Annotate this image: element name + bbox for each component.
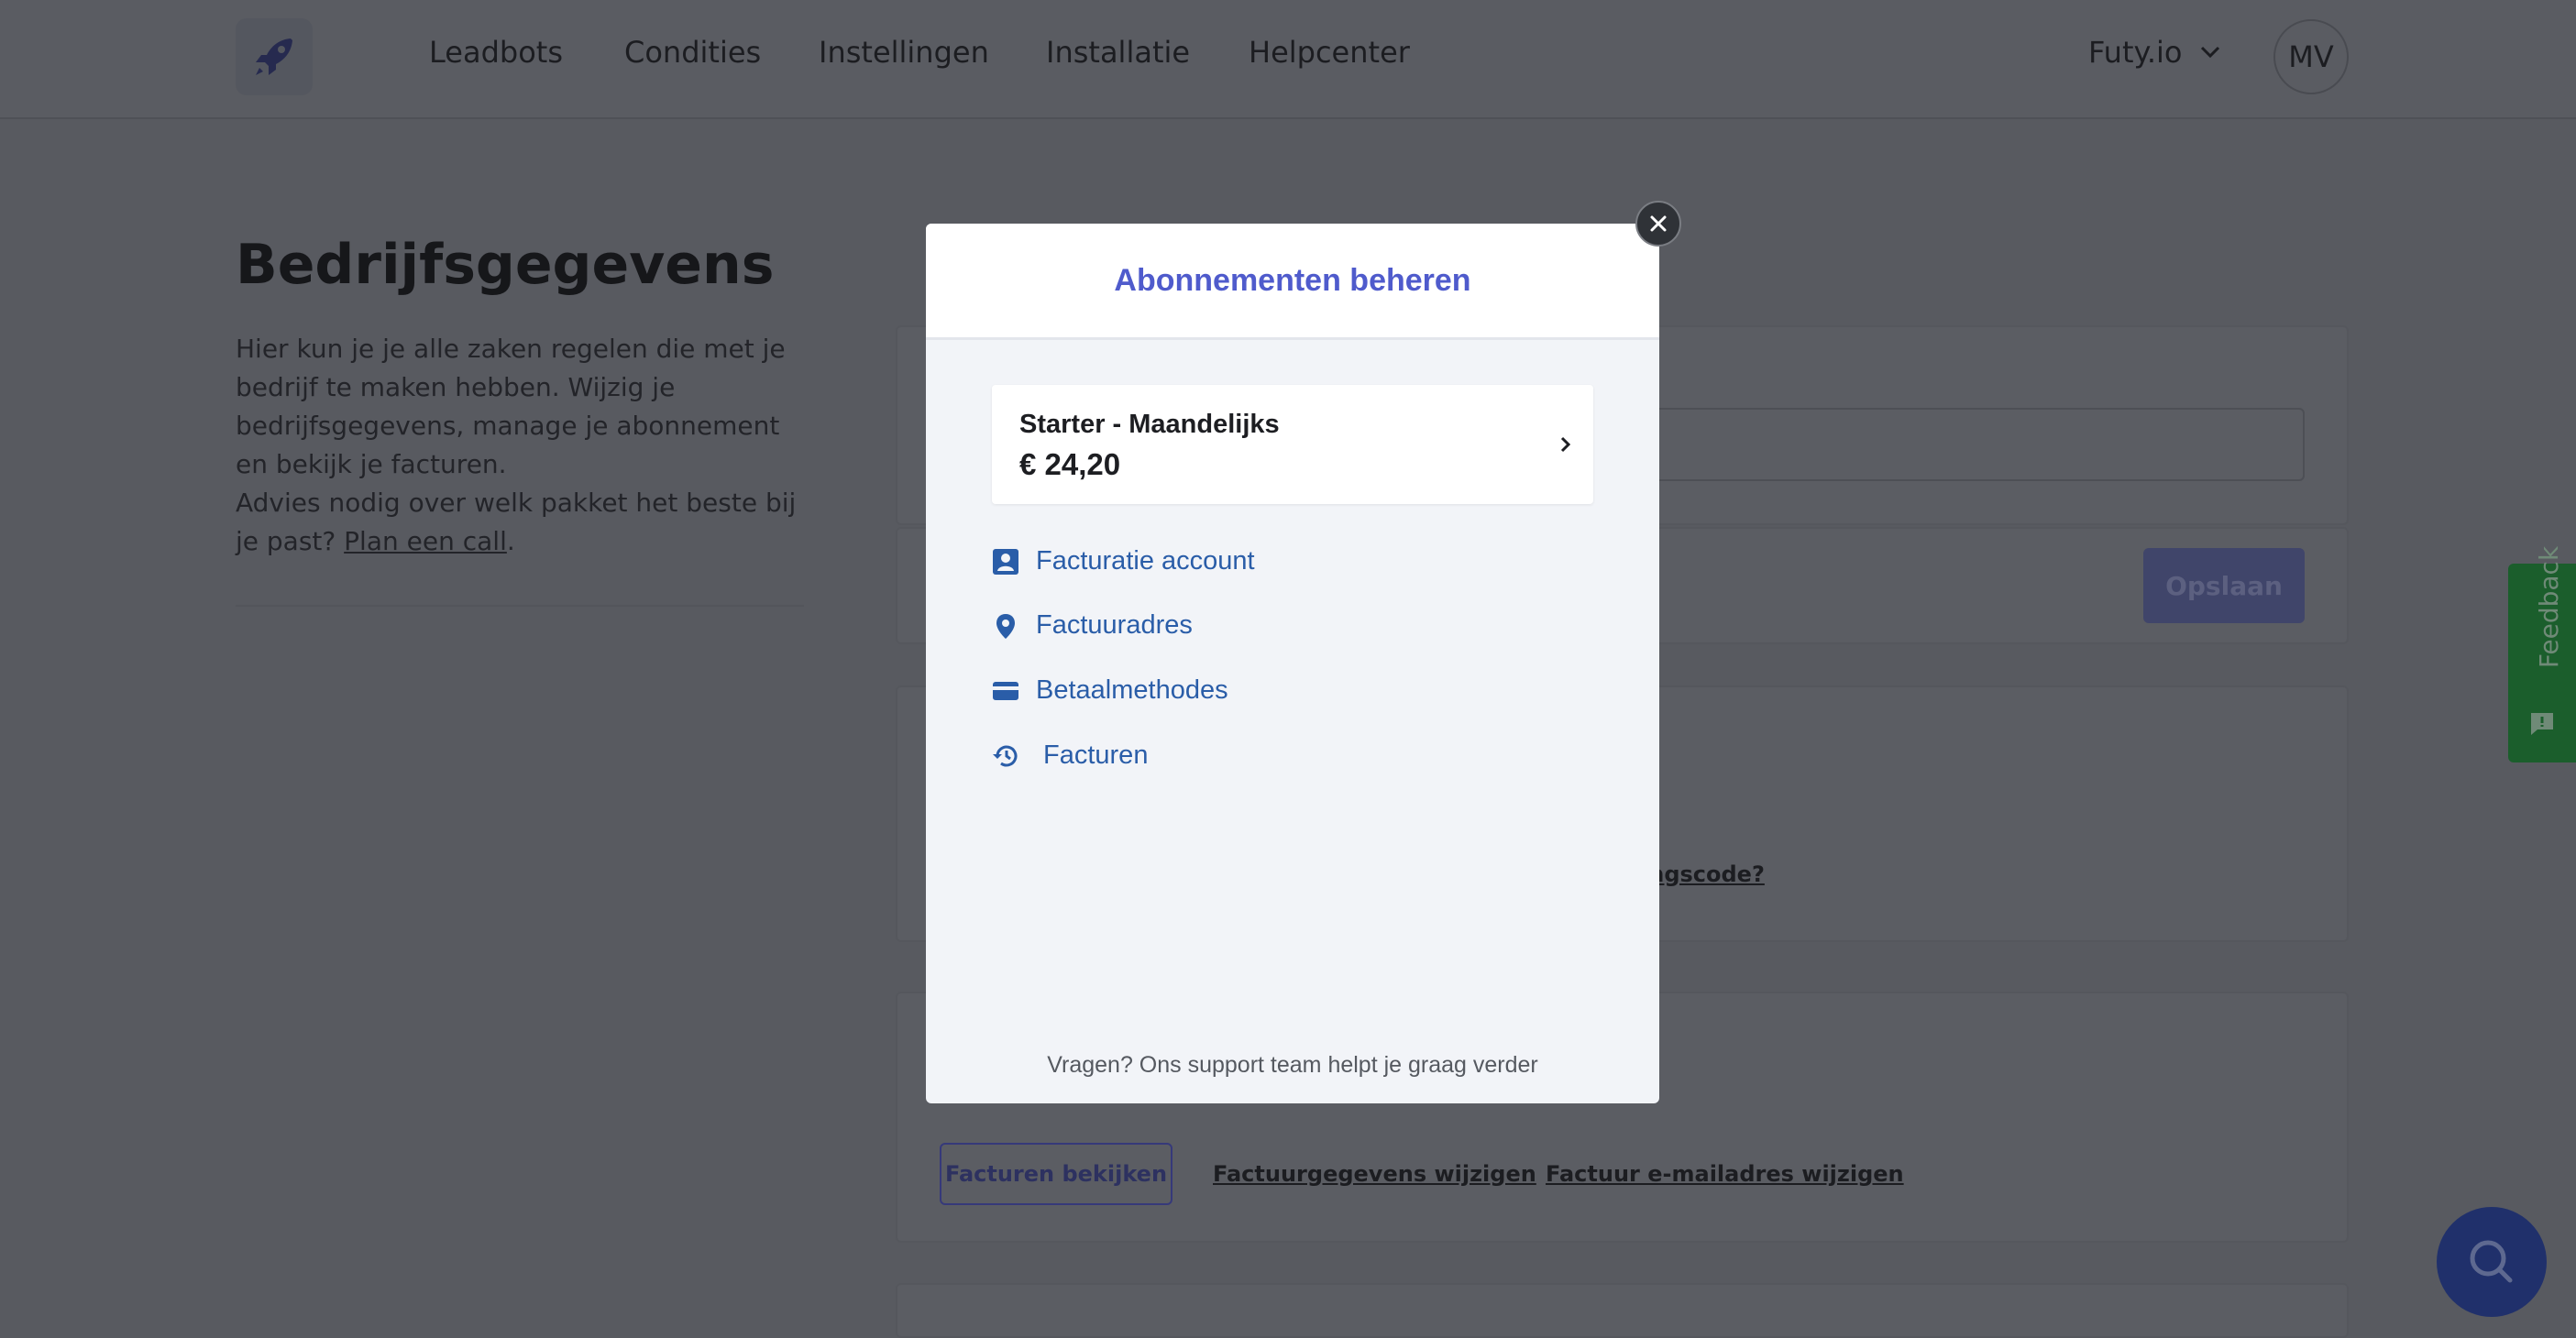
account-box-icon — [992, 548, 1019, 576]
menu-item-invoices[interactable]: Facturen — [992, 740, 1148, 771]
menu-item-label: Factuuradres — [1036, 610, 1193, 640]
feedback-tab[interactable]: Feedback — [2508, 546, 2576, 762]
modal-close-button[interactable] — [1635, 201, 1681, 247]
menu-item-label: Betaalmethodes — [1036, 675, 1228, 705]
credit-card-icon — [992, 677, 1019, 705]
manage-subscriptions-modal: Abonnementen beheren Starter - Maandelij… — [926, 224, 1659, 1103]
modal-title: Abonnementen beheren — [1114, 262, 1471, 298]
plan-call-link[interactable]: Plan een call — [344, 526, 507, 556]
change-billing-link[interactable]: Factuurgegevens wijzigen — [1213, 1161, 1536, 1187]
view-invoices-button[interactable]: Facturen bekijken — [940, 1143, 1172, 1205]
advice-text: Advies nodig over welk pakket het beste … — [236, 488, 797, 556]
menu-item-payment-methods[interactable]: Betaalmethodes — [992, 675, 1228, 706]
nav-link-helpcenter[interactable]: Helpcenter — [1249, 35, 1410, 70]
menu-item-label: Facturen — [1043, 740, 1149, 770]
top-navigation: Leadbots Condities Instellingen Installa… — [0, 0, 2576, 119]
location-pin-icon — [992, 612, 1019, 640]
account-name: Futy.io — [2088, 35, 2183, 70]
feedback-label: Feedback — [2533, 545, 2564, 669]
divider — [236, 605, 804, 607]
subscription-plan-card[interactable]: Starter - Maandelijks € 24,20 — [992, 385, 1593, 504]
account-switcher[interactable]: Futy.io — [2088, 35, 2221, 70]
promo-code-link[interactable]: ingscode? — [1641, 861, 1765, 887]
modal-header: Abonnementen beheren — [926, 224, 1659, 340]
close-icon — [1650, 215, 1667, 232]
bottom-card — [896, 1283, 2349, 1338]
change-invoice-email-link[interactable]: Factuur e-mailadres wijzigen — [1546, 1161, 1904, 1187]
page-advice: Advies nodig over welk pakket het beste … — [236, 484, 804, 561]
nav-link-condities[interactable]: Condities — [624, 35, 761, 70]
chat-icon — [2531, 713, 2553, 735]
search-icon — [2470, 1240, 2513, 1283]
menu-item-billing-address[interactable]: Factuuradres — [992, 610, 1193, 641]
nav-link-instellingen[interactable]: Instellingen — [819, 35, 989, 70]
chevron-right-icon — [1560, 436, 1571, 453]
nav-link-installatie[interactable]: Installatie — [1046, 35, 1190, 70]
chevron-down-icon — [2200, 46, 2219, 59]
nav-link-leadbots[interactable]: Leadbots — [429, 35, 563, 70]
menu-item-billing-account[interactable]: Facturatie account — [992, 546, 1255, 576]
support-text: Vragen? Ons support team helpt je graag … — [1047, 1052, 1538, 1078]
plan-price: € 24,20 — [1019, 447, 1121, 481]
company-name-input[interactable] — [1641, 408, 2305, 481]
save-button[interactable]: Opslaan — [2143, 548, 2305, 623]
page-title: Bedrijfsgegevens — [236, 233, 775, 297]
avatar-initials: MV — [2288, 39, 2334, 74]
history-icon — [992, 742, 1019, 770]
avatar[interactable]: MV — [2273, 19, 2349, 94]
plan-name: Starter - Maandelijks — [1019, 410, 1280, 439]
advice-suffix: . — [506, 526, 515, 556]
page-intro: Hier kun je je alle zaken regelen die me… — [236, 334, 786, 479]
help-chat-launcher[interactable] — [2437, 1207, 2547, 1317]
rocket-logo-icon[interactable] — [236, 18, 313, 95]
menu-item-label: Facturatie account — [1036, 546, 1255, 576]
